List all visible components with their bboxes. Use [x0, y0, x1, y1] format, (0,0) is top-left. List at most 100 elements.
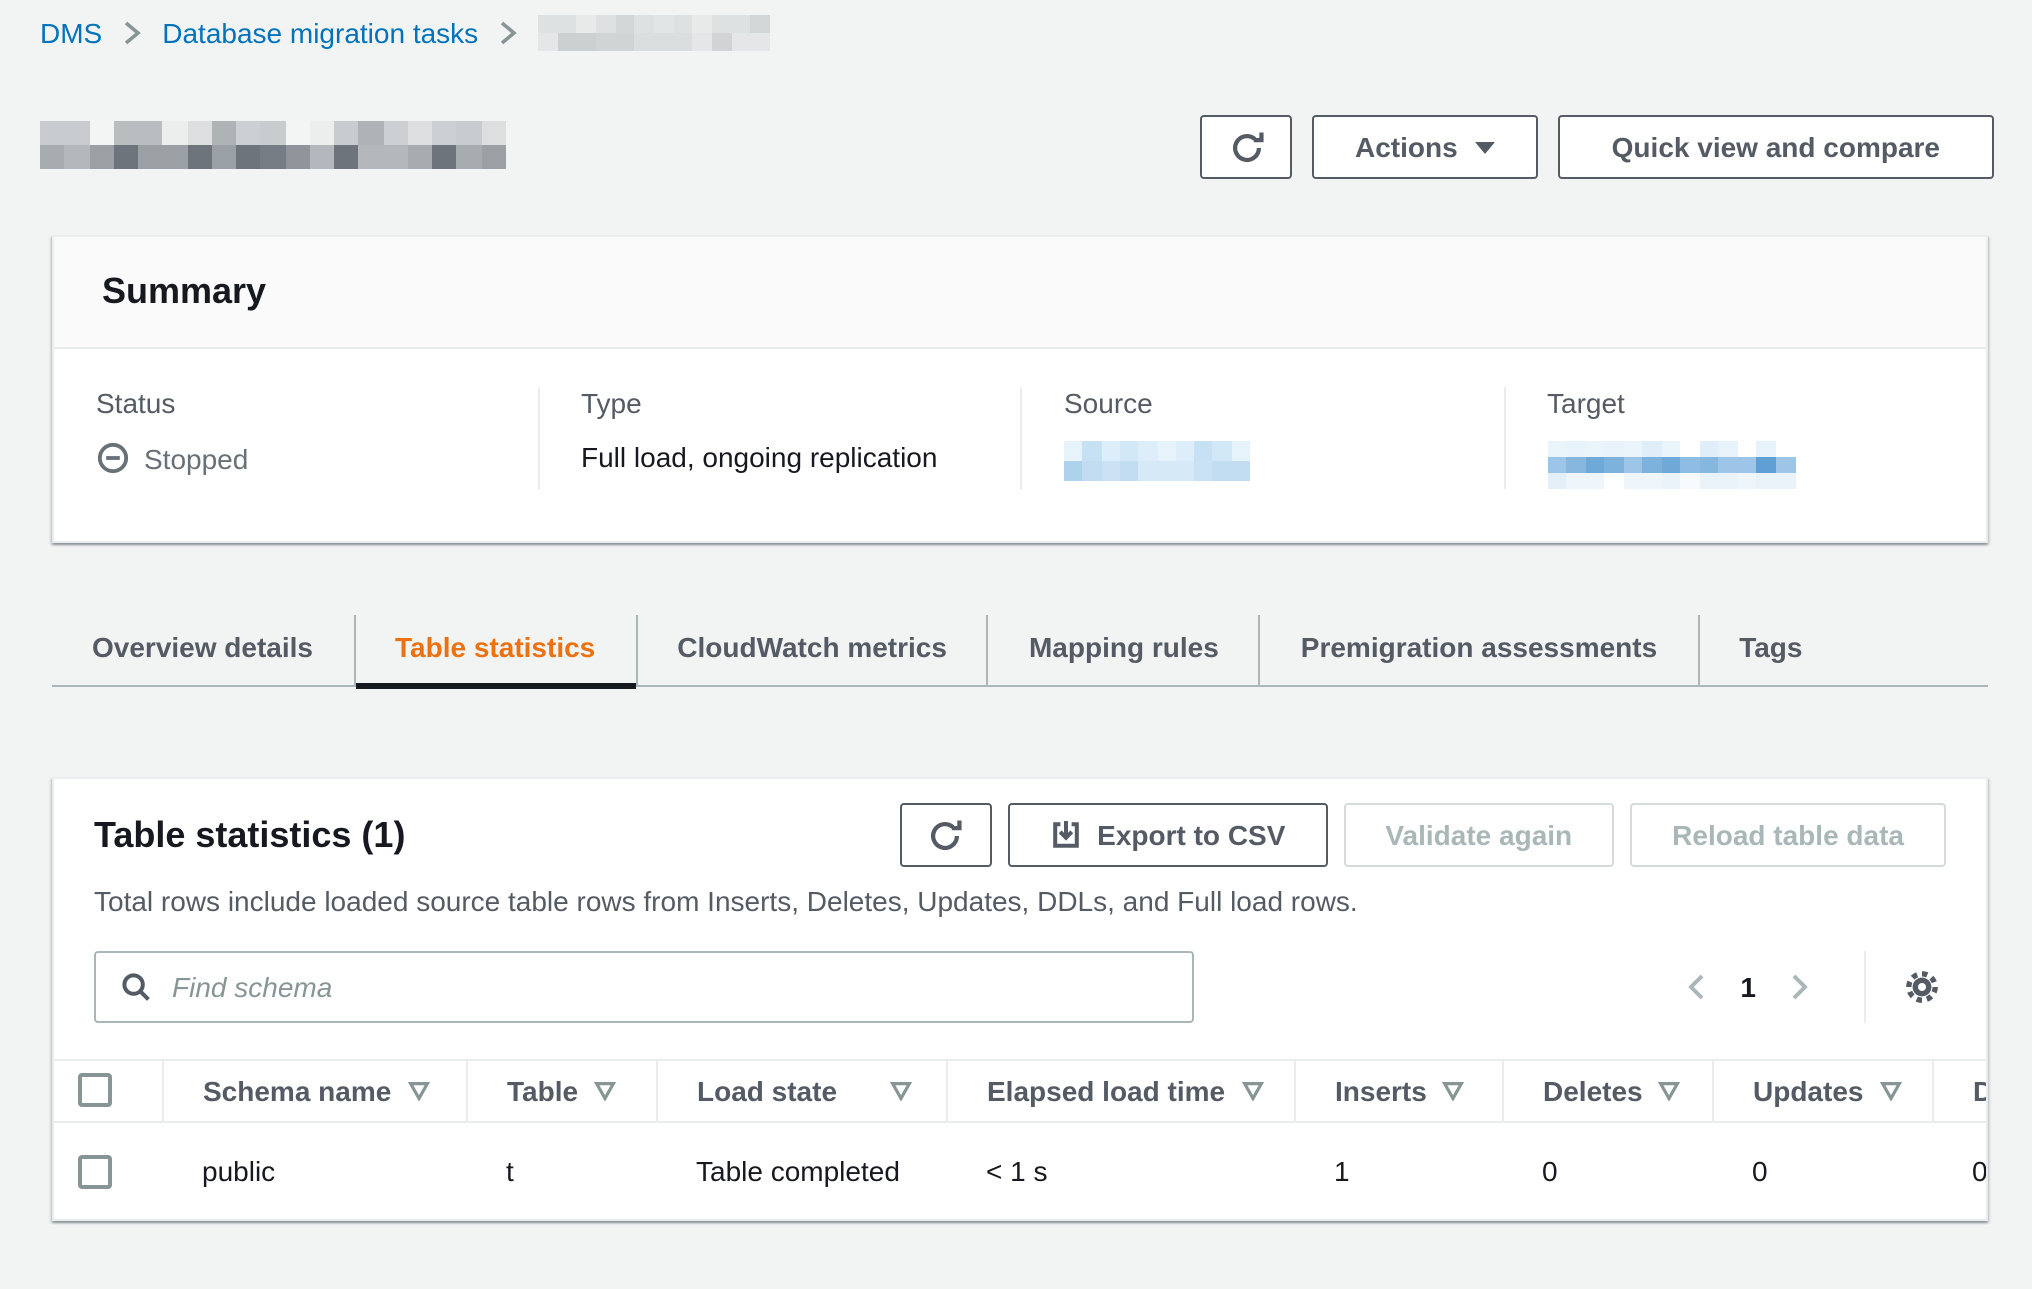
tab-bar: Overview details Table statistics CloudW…: [52, 615, 1988, 687]
page-header: Actions Quick view and compare: [40, 85, 1994, 179]
summary-source-column: Source: [1020, 387, 1503, 489]
find-schema-input[interactable]: [94, 951, 1194, 1023]
status-value: Stopped: [96, 441, 537, 475]
download-icon: [1049, 819, 1081, 851]
chevron-right-icon: [122, 21, 142, 45]
gear-icon: [1902, 967, 1942, 1007]
table-row: public t Table completed < 1 s 1 0 0 0: [54, 1122, 1986, 1219]
refresh-icon: [1230, 130, 1264, 164]
refresh-button[interactable]: [1201, 115, 1293, 179]
row-checkbox[interactable]: [78, 1154, 112, 1188]
cell-elapsed-load-time: < 1 s: [946, 1122, 1294, 1219]
sort-icon: [594, 1080, 616, 1100]
summary-title: Summary: [102, 271, 1938, 313]
type-value: Full load, ongoing replication: [581, 441, 1020, 473]
previous-page-button[interactable]: [1672, 971, 1720, 1003]
caret-down-icon: [1474, 140, 1496, 154]
source-label: Source: [1064, 387, 1503, 419]
type-label: Type: [581, 387, 1020, 419]
chevron-left-icon: [1684, 971, 1708, 1003]
quick-view-and-compare-button[interactable]: Quick view and compare: [1558, 115, 1994, 179]
validate-again-button[interactable]: Validate again: [1343, 803, 1614, 867]
actions-button[interactable]: Actions: [1313, 115, 1538, 179]
table-statistics-title: Table statistics (1): [94, 814, 405, 856]
breadcrumb-link-dms[interactable]: DMS: [40, 17, 102, 49]
column-header-table[interactable]: Table: [466, 1060, 656, 1122]
pagination-divider: [1864, 951, 1866, 1023]
chevron-right-icon: [498, 21, 518, 45]
actions-button-label: Actions: [1355, 131, 1458, 163]
target-label: Target: [1547, 387, 1986, 419]
column-label: Inserts: [1335, 1074, 1427, 1106]
table-preferences-button[interactable]: [1898, 963, 1946, 1011]
page: DMS Database migration tasks Actions: [0, 15, 2032, 1289]
breadcrumb-link-tasks[interactable]: Database migration tasks: [162, 17, 478, 49]
summary-status-column: Status Stopped: [54, 387, 537, 489]
summary-card-header: Summary: [54, 237, 1986, 349]
column-label: Load state: [697, 1074, 837, 1106]
column-label: DDLs: [1973, 1074, 1986, 1106]
tab-table-statistics[interactable]: Table statistics: [353, 615, 635, 685]
status-text: Stopped: [144, 442, 248, 474]
column-header-inserts[interactable]: Inserts: [1294, 1060, 1502, 1122]
column-header-elapsed-load-time[interactable]: Elapsed load time: [946, 1060, 1294, 1122]
column-label: Schema name: [203, 1074, 391, 1106]
stopped-minus-circle-icon: [96, 441, 130, 475]
table-statistics-description: Total rows include loaded source table r…: [94, 885, 1946, 917]
sort-icon: [1659, 1080, 1681, 1100]
reload-table-data-button[interactable]: Reload table data: [1630, 803, 1946, 867]
chevron-right-icon: [1788, 971, 1812, 1003]
breadcrumb: DMS Database migration tasks: [40, 15, 1992, 51]
refresh-icon: [928, 818, 962, 852]
summary-card: Summary Status Stopped Type Full load, o…: [52, 235, 1988, 543]
current-page-number: 1: [1740, 971, 1756, 1003]
cell-inserts: 1: [1294, 1122, 1502, 1219]
select-all-checkbox-cell: [54, 1060, 162, 1122]
page-title-redacted: [40, 121, 506, 169]
sort-icon: [407, 1080, 429, 1100]
column-header-load-state[interactable]: Load state: [656, 1060, 946, 1122]
tab-cloudwatch-metrics[interactable]: CloudWatch metrics: [635, 615, 987, 685]
column-header-ddls[interactable]: DDLs: [1932, 1060, 1986, 1122]
cell-ddls: 0: [1932, 1122, 1986, 1219]
cell-deletes: 0: [1502, 1122, 1712, 1219]
select-all-checkbox[interactable]: [78, 1073, 112, 1107]
filter-row: 1: [94, 951, 1946, 1023]
tab-premigration-assessments[interactable]: Premigration assessments: [1259, 615, 1697, 685]
table-wrap: Schema name Table Load state: [54, 1059, 1986, 1219]
table-statistics-actions: Export to CSV Validate again Reload tabl…: [899, 803, 1946, 867]
tab-tags[interactable]: Tags: [1697, 615, 1842, 685]
cell-load-state: Table completed: [656, 1122, 946, 1219]
cell-table: t: [466, 1122, 656, 1219]
summary-type-column: Type Full load, ongoing replication: [537, 387, 1020, 489]
summary-body: Status Stopped Type Full load, ongoing r…: [54, 349, 1986, 541]
summary-target-column: Target: [1503, 387, 1986, 489]
target-value-redacted[interactable]: [1547, 441, 1795, 489]
next-page-button[interactable]: [1776, 971, 1824, 1003]
sort-icon: [1879, 1080, 1901, 1100]
header-actions: Actions Quick view and compare: [1201, 115, 1994, 179]
export-to-csv-button[interactable]: Export to CSV: [1007, 803, 1327, 867]
column-header-deletes[interactable]: Deletes: [1502, 1060, 1712, 1122]
tab-mapping-rules[interactable]: Mapping rules: [987, 615, 1259, 685]
table-statistics-header: Table statistics (1) Export to CSV Valid…: [54, 779, 1986, 867]
status-label: Status: [96, 387, 537, 419]
pagination: 1: [1672, 951, 1946, 1023]
source-value-redacted[interactable]: [1064, 441, 1250, 481]
column-label: Deletes: [1543, 1074, 1643, 1106]
tab-overview-details[interactable]: Overview details: [52, 615, 353, 685]
table-refresh-button[interactable]: [899, 803, 991, 867]
export-to-csv-label: Export to CSV: [1097, 819, 1285, 851]
breadcrumb-current-redacted: [538, 15, 770, 51]
column-header-updates[interactable]: Updates: [1712, 1060, 1932, 1122]
cell-schema-name: public: [162, 1122, 466, 1219]
search-box: [94, 951, 1194, 1023]
search-icon: [120, 971, 152, 1003]
sort-icon: [1241, 1080, 1263, 1100]
table-statistics-table: Schema name Table Load state: [54, 1059, 1986, 1219]
sort-icon: [889, 1080, 911, 1100]
table-statistics-card: Table statistics (1) Export to CSV Valid…: [52, 777, 1988, 1221]
table-header-row: Schema name Table Load state: [54, 1060, 1986, 1122]
column-label: Elapsed load time: [987, 1074, 1225, 1106]
column-header-schema-name[interactable]: Schema name: [162, 1060, 466, 1122]
